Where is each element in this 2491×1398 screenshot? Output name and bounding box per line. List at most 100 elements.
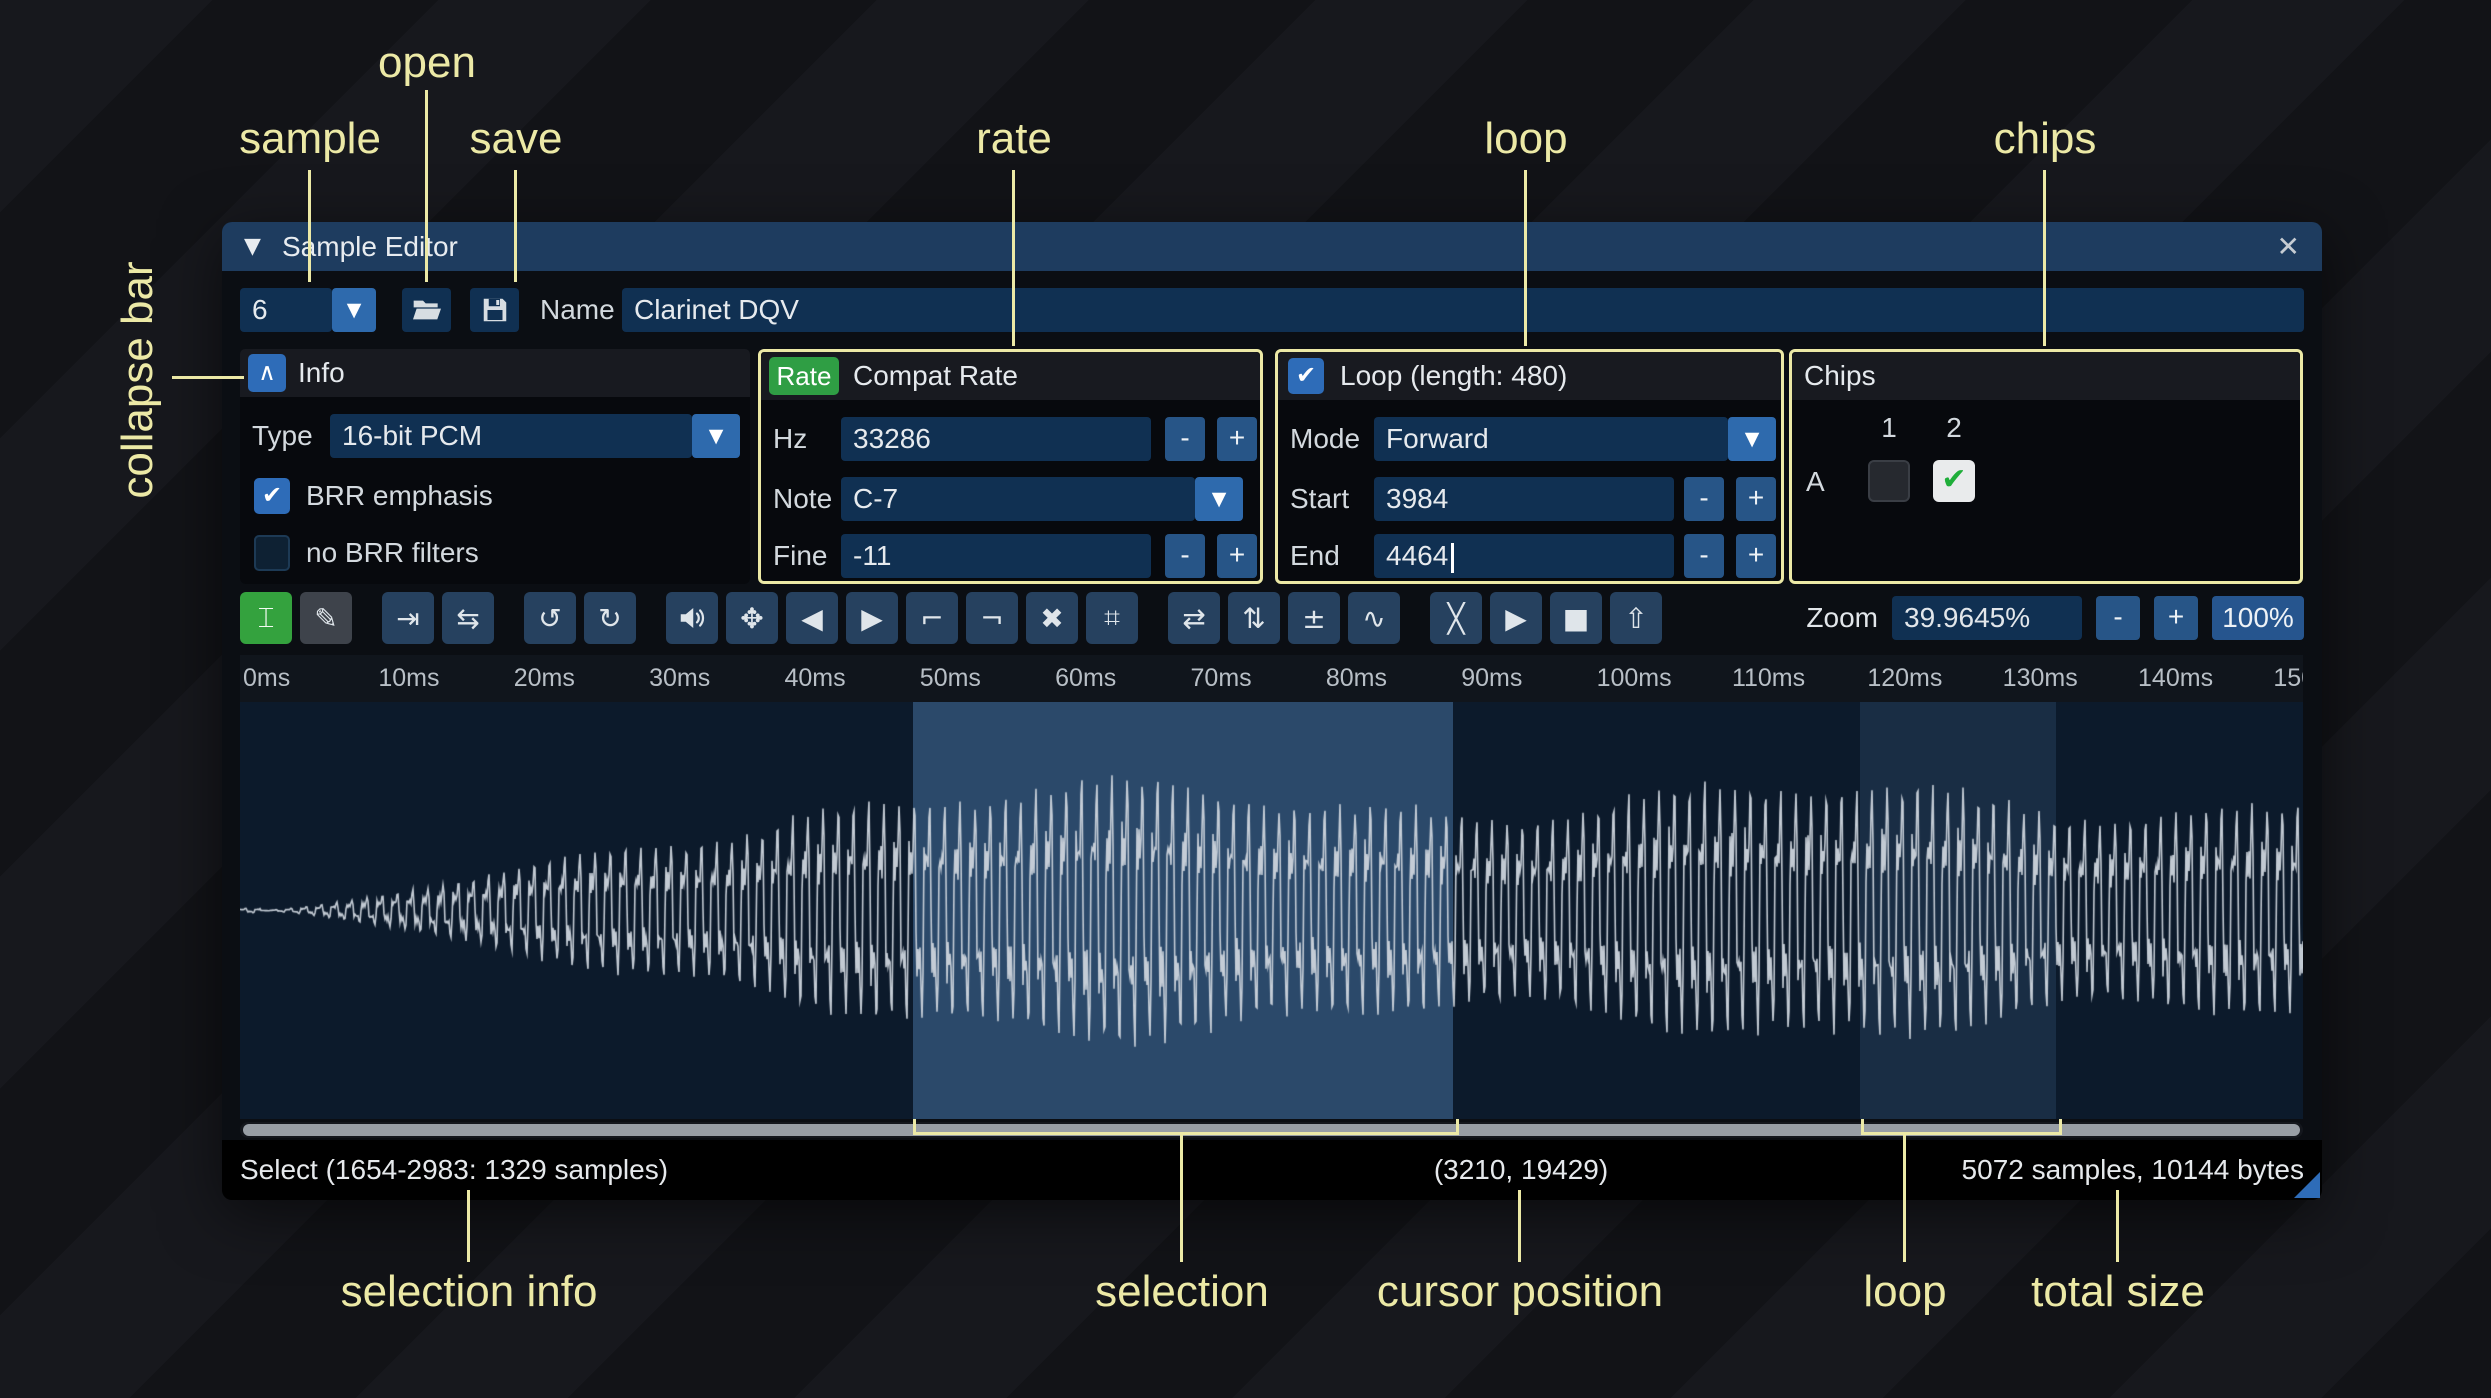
loop-mode-select[interactable]: Forward xyxy=(1374,417,1728,461)
invert-button[interactable]: ⇅ xyxy=(1228,592,1280,644)
loop-end-input[interactable]: 4464 xyxy=(1374,534,1674,578)
annotated-screenshot: ▼ Sample Editor ✕ 6 ▼ Name Clarinet DQV … xyxy=(0,0,2491,1398)
fine-minus-button[interactable]: - xyxy=(1165,534,1205,578)
save-button[interactable] xyxy=(470,288,519,332)
timeline-tick: 80ms xyxy=(1325,664,1388,692)
normalize-button[interactable]: ✥ xyxy=(726,592,778,644)
waveform-canvas xyxy=(240,702,2303,1119)
mode-group: ⌶ ✎ xyxy=(240,592,352,644)
timeline-tick: 50ms xyxy=(919,664,981,692)
chip-a-1-checkbox[interactable] xyxy=(1868,460,1910,502)
annotation-line-cursor-position xyxy=(1518,1190,1521,1262)
loop-panel-header: ✔ Loop (length: 480) xyxy=(1278,352,1781,400)
type-dropdown-arrow[interactable]: ▼ xyxy=(692,414,740,458)
zoom-input[interactable]: 39.9645% xyxy=(1892,596,2082,640)
size-group: ⇥ ⇆ xyxy=(382,592,494,644)
cursor-position-text: (3210, 19429) xyxy=(1433,1154,1609,1185)
rate-badge-button[interactable]: Rate xyxy=(769,357,839,395)
loop-enable-checkbox[interactable]: ✔ xyxy=(1288,358,1324,394)
loop-start-plus-button[interactable]: + xyxy=(1736,477,1776,521)
zoom-minus-button[interactable]: - xyxy=(2096,596,2140,640)
timeline-tick: 10ms xyxy=(378,664,440,692)
annotation-selection-info: selection info xyxy=(340,1267,598,1316)
status-bar: Select (1654-2983: 1329 samples) (3210, … xyxy=(222,1140,2322,1200)
loop-mode-dropdown-arrow[interactable]: ▼ xyxy=(1728,417,1776,461)
timeline-tick: 30ms xyxy=(649,664,711,692)
annotation-line-total-size xyxy=(2116,1190,2119,1262)
annotation-sample: sample xyxy=(239,114,381,163)
sign-flip-button[interactable]: ± xyxy=(1288,592,1340,644)
waveform-view[interactable] xyxy=(240,702,2303,1119)
timeline-tick: 90ms xyxy=(1461,664,1523,692)
zoom-plus-button[interactable]: + xyxy=(2154,596,2198,640)
type-select[interactable]: 16-bit PCM xyxy=(330,414,692,458)
sample-number-field[interactable]: 6 xyxy=(240,288,332,332)
collapse-bar-button[interactable]: ∧ xyxy=(248,354,286,392)
filter-button[interactable]: ∿ xyxy=(1348,592,1400,644)
undo-button[interactable]: ↺ xyxy=(524,592,576,644)
annotation-line-collapse-bar xyxy=(172,376,244,379)
close-icon[interactable]: ✕ xyxy=(2277,222,2300,271)
draw-mode-button[interactable]: ✎ xyxy=(300,592,352,644)
chips-panel-header: Chips xyxy=(1792,352,2300,400)
loop-start-minus-button[interactable]: - xyxy=(1684,477,1724,521)
sample-editor-window: ▼ Sample Editor ✕ 6 ▼ Name Clarinet DQV … xyxy=(222,222,2322,1200)
annotation-line-rate xyxy=(1012,170,1015,346)
delete-button[interactable]: ✖ xyxy=(1026,592,1078,644)
resize-grip[interactable] xyxy=(2294,1172,2320,1198)
loop-start-input[interactable]: 3984 xyxy=(1374,477,1674,521)
reverse-button[interactable]: ⇄ xyxy=(1168,592,1220,644)
chip-column-2: 2 xyxy=(1946,412,1962,443)
total-size-text: 5072 samples, 10144 bytes xyxy=(1961,1154,2304,1185)
stop-preview-button[interactable]: ■ xyxy=(1550,592,1602,644)
check-icon: ✔ xyxy=(261,481,283,509)
copy-to-wavetable-button[interactable]: ⇧ xyxy=(1610,592,1662,644)
crossfade-loop-button[interactable]: ╳ xyxy=(1430,592,1482,644)
loop-end-plus-button[interactable]: + xyxy=(1736,534,1776,578)
rate-panel: Rate Compat Rate Hz 33286 - + Note C-7 ▼… xyxy=(758,349,1263,584)
amplify-button[interactable] xyxy=(666,592,718,644)
selection-bracket xyxy=(913,1119,1459,1135)
insert-silence-button[interactable]: ⌐ xyxy=(906,592,958,644)
timeline-tick: 60ms xyxy=(1055,664,1117,692)
loop-panel-title: Loop (length: 480) xyxy=(1340,360,1568,391)
transform-group: ⇄ ⇅ ± ∿ xyxy=(1168,592,1400,644)
fade-in-button[interactable]: ◀ xyxy=(786,592,838,644)
sample-dropdown-arrow[interactable]: ▼ xyxy=(332,288,376,332)
fine-plus-button[interactable]: + xyxy=(1217,534,1257,578)
annotation-save: save xyxy=(469,114,563,163)
resize-button[interactable]: ⇥ xyxy=(382,592,434,644)
timeline-tick: 40ms xyxy=(784,664,846,692)
zoom-cluster: Zoom 39.9645% - + 100% xyxy=(1806,596,2304,640)
name-input[interactable]: Clarinet DQV xyxy=(622,288,2304,332)
timeline-ruler[interactable]: 0ms 10ms 20ms 30ms 40ms 50ms 60ms 70ms 8… xyxy=(240,655,2303,702)
hz-input[interactable]: 33286 xyxy=(841,417,1151,461)
save-floppy-icon xyxy=(483,298,506,322)
collapse-triangle-icon[interactable]: ▼ xyxy=(244,222,261,271)
annotation-open: open xyxy=(378,38,476,87)
redo-button[interactable]: ↻ xyxy=(584,592,636,644)
note-select[interactable]: C-7 xyxy=(841,477,1195,521)
apply-silence-button[interactable]: ¬ xyxy=(966,592,1018,644)
hz-plus-button[interactable]: + xyxy=(1217,417,1257,461)
preview-play-button[interactable]: ▶ xyxy=(1490,592,1542,644)
brr-emphasis-label: BRR emphasis xyxy=(306,480,493,511)
zoom-reset-button[interactable]: 100% xyxy=(2212,596,2304,640)
loop-start-label: Start xyxy=(1290,483,1350,514)
open-button[interactable] xyxy=(402,288,451,332)
hz-minus-button[interactable]: - xyxy=(1165,417,1205,461)
fade-out-button[interactable]: ▶ xyxy=(846,592,898,644)
note-dropdown-arrow[interactable]: ▼ xyxy=(1195,477,1243,521)
resample-button[interactable]: ⇆ xyxy=(442,592,494,644)
loop-end-minus-button[interactable]: - xyxy=(1684,534,1724,578)
check-icon: ✔ xyxy=(1295,361,1317,389)
edit-mode-button[interactable]: ⌶ xyxy=(240,592,292,644)
chip-a-2-checkbox[interactable]: ✔ xyxy=(1933,460,1975,502)
timeline-tick: 120ms xyxy=(1867,664,1943,692)
fine-input[interactable]: -11 xyxy=(841,534,1151,578)
brr-emphasis-checkbox[interactable]: ✔ xyxy=(254,478,290,514)
trim-button[interactable]: ⌗ xyxy=(1086,592,1138,644)
no-brr-filters-checkbox[interactable] xyxy=(254,535,290,571)
selection-info-text: Select (1654-2983: 1329 samples) xyxy=(240,1154,669,1185)
info-panel-title: Info xyxy=(298,357,345,388)
